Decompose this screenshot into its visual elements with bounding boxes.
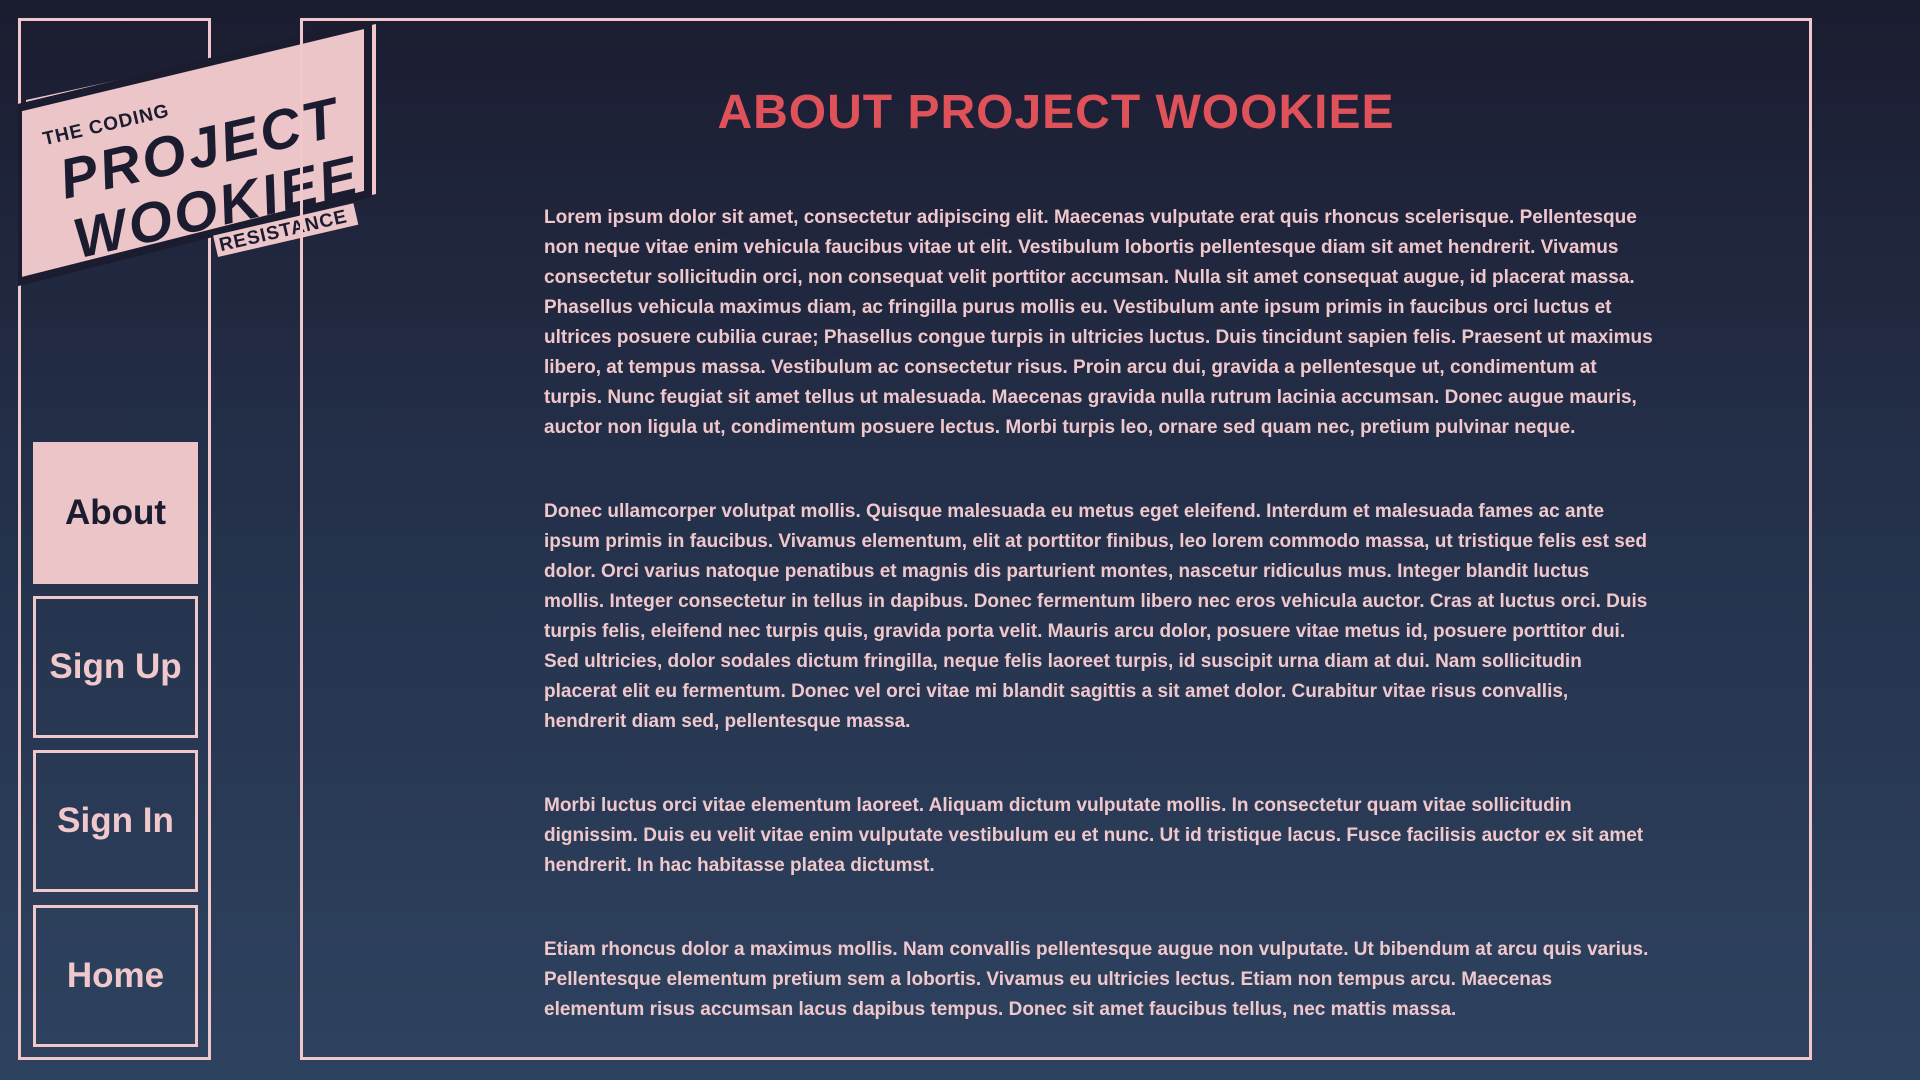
about-paragraph-1: Lorem ipsum dolor sit amet, consectetur … — [544, 207, 1653, 438]
about-paragraph-4: Etiam rhoncus dolor a maximus mollis. Na… — [544, 939, 1649, 1020]
about-content: Lorem ipsum dolor sit amet, consectetur … — [544, 203, 1654, 1079]
nav-home-button[interactable]: Home — [33, 905, 198, 1047]
about-paragraph-3: Morbi luctus orci vitae elementum laoree… — [544, 795, 1644, 876]
nav-signup-button[interactable]: Sign Up — [33, 596, 198, 738]
nav-signin-button[interactable]: Sign In — [33, 750, 198, 892]
page-title: ABOUT PROJECT WOOKIEE — [717, 86, 1395, 139]
about-paragraph-2: Donec ullamcorper volutpat mollis. Quisq… — [544, 501, 1648, 732]
main-panel: ABOUT PROJECT WOOKIEE Lorem ipsum dolor … — [300, 18, 1812, 1060]
nav-about-button[interactable]: About — [33, 442, 198, 584]
